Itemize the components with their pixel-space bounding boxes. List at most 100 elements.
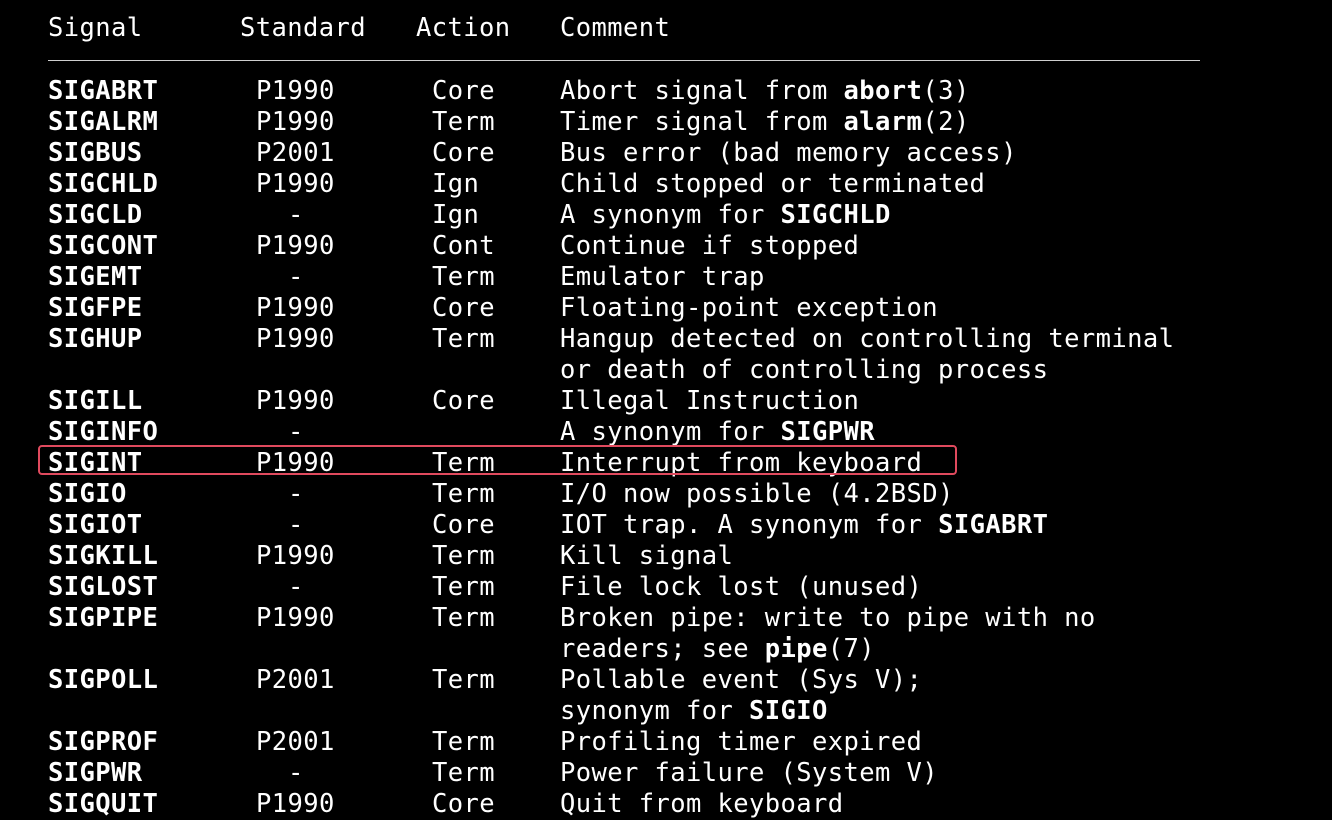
comment-line: Floating-point exception <box>560 293 938 324</box>
signal-name: SIGHUP <box>48 324 143 354</box>
signal-standard: P1990 <box>256 324 335 354</box>
header-standard: Standard <box>240 13 367 43</box>
signal-standard: P2001 <box>256 727 335 757</box>
comment-text: A synonym for <box>560 417 781 447</box>
comment-line: Quit from keyboard <box>560 789 844 820</box>
comment-text: IOT trap. A synonym for <box>560 510 939 540</box>
comment-text: (7) <box>827 634 876 664</box>
signal-standard: - <box>288 417 304 447</box>
comment-line: A synonym for SIGCHLD <box>560 200 891 231</box>
comment-text: or death of controlling process <box>560 355 1049 385</box>
comment-text: readers; see <box>560 634 765 664</box>
table-row: SIGBUS P2001 Core Bus error (bad memory acc… <box>0 138 1332 169</box>
signal-comment: Illegal Instruction <box>560 386 859 417</box>
signal-comment: Profiling timer expired <box>560 727 922 758</box>
signal-standard: P1990 <box>256 386 335 416</box>
comment-line: Power failure (System V) <box>560 758 938 789</box>
signal-standard: P2001 <box>256 138 335 168</box>
table-row: SIGHUP P1990 Term Hangup detected on contro… <box>0 324 1332 386</box>
signal-name: SIGINFO <box>48 417 159 447</box>
signal-comment: Continue if stopped <box>560 231 859 262</box>
signal-comment: A synonym for SIGPWR <box>560 417 875 448</box>
signal-action: Term <box>432 324 496 354</box>
highlight-box <box>38 445 957 475</box>
signal-action: Term <box>432 572 496 602</box>
signal-action: Term <box>432 262 496 292</box>
signal-standard: P1990 <box>256 293 335 323</box>
comment-text: Broken pipe: write to pipe with no <box>560 603 1096 633</box>
header-comment: Comment <box>560 13 671 43</box>
table-row: SIGCHLD P1990 Ign Child stopped or terminat… <box>0 169 1332 200</box>
signal-action: Ign <box>432 200 480 230</box>
signal-name: SIGLOST <box>48 572 159 602</box>
signal-action: Term <box>432 541 496 571</box>
signal-standard: P2001 <box>256 665 335 695</box>
signal-name: SIGABRT <box>48 76 159 106</box>
comment-text: Pollable event (Sys V); <box>560 665 923 695</box>
signal-action: Ign <box>432 169 480 199</box>
table-row: SIGLOST - Term File lock lost (unused) <box>0 572 1332 603</box>
table-row: SIGQUIT P1990 Core Quit from keyboard <box>0 789 1332 820</box>
terminal-window: Signal Standard Action Comment SIGABRT P1… <box>0 0 1332 819</box>
signal-action: Term <box>432 107 496 137</box>
comment-text: Power failure (System V) <box>560 758 939 788</box>
signal-comment: Bus error (bad memory access) <box>560 138 1017 169</box>
comment-line: synonym for SIGIO <box>560 696 922 727</box>
comment-text: Profiling timer expired <box>560 727 923 757</box>
comment-text: (2) <box>922 107 970 137</box>
signal-name: SIGKILL <box>48 541 159 571</box>
comment-text: Continue if stopped <box>560 231 860 261</box>
signal-comment: File lock lost (unused) <box>560 572 922 603</box>
signal-action: Core <box>432 386 496 416</box>
signal-name: SIGALRM <box>48 107 159 137</box>
signal-comment: Power failure (System V) <box>560 758 938 789</box>
comment-text: Timer signal from <box>560 107 844 137</box>
table-row: SIGKILL P1990 Term Kill signal <box>0 541 1332 572</box>
signal-comment: A synonym for SIGCHLD <box>560 200 891 231</box>
signal-name: SIGFPE <box>48 293 143 323</box>
header-signal: Signal <box>48 13 143 43</box>
comment-line: IOT trap. A synonym for SIGABRT <box>560 510 1048 541</box>
table-row: SIGILL P1990 Core Illegal Instruction <box>0 386 1332 417</box>
table-row: SIGPROF P2001 Term Profiling timer expired <box>0 727 1332 758</box>
comment-line: Timer signal from alarm(2) <box>560 107 970 138</box>
comment-line: readers; see pipe(7) <box>560 634 1096 665</box>
table-row: SIGCONT P1990 Cont Continue if stopped <box>0 231 1332 262</box>
comment-emphasis: SIGPWR <box>780 417 876 447</box>
comment-text: Kill signal <box>560 541 734 571</box>
signal-standard: P1990 <box>256 789 335 819</box>
table-row: SIGPIPE P1990 Term Broken pipe: write to pi… <box>0 603 1332 665</box>
comment-emphasis: SIGIO <box>749 696 828 726</box>
signal-comment: Floating-point exception <box>560 293 938 324</box>
signal-name: SIGPIPE <box>48 603 159 633</box>
signal-standard: - <box>288 572 304 602</box>
signal-name: SIGPOLL <box>48 665 159 695</box>
table-row: SIGPOLL P2001 Term Pollable event (Sys V); s… <box>0 665 1332 727</box>
signal-standard: P1990 <box>256 169 335 199</box>
signal-name: SIGCLD <box>48 200 143 230</box>
signal-action: Term <box>432 603 496 633</box>
signal-name: SIGCONT <box>48 231 159 261</box>
signal-name: SIGPROF <box>48 727 159 757</box>
comment-text: A synonym for <box>560 200 781 230</box>
signal-action: Term <box>432 479 496 509</box>
signal-comment: Broken pipe: write to pipe with no reader… <box>560 603 1096 665</box>
signal-standard: P1990 <box>256 107 335 137</box>
comment-line: Profiling timer expired <box>560 727 922 758</box>
comment-emphasis: abort <box>843 76 923 106</box>
signal-action: Term <box>432 758 496 788</box>
comment-line: or death of controlling process <box>560 355 1174 386</box>
signal-comment: Kill signal <box>560 541 733 572</box>
signal-standard: - <box>288 510 304 540</box>
table-row: SIGEMT - Term Emulator trap <box>0 262 1332 293</box>
comment-line: A synonym for SIGPWR <box>560 417 875 448</box>
comment-text: I/O now possible (4.2BSD) <box>560 479 954 509</box>
signal-name: SIGEMT <box>48 262 143 292</box>
signal-comment: Timer signal from alarm(2) <box>560 107 970 138</box>
comment-text: Bus error (bad memory access) <box>560 138 1017 168</box>
table-row: SIGFPE P1990 Core Floating-point exception <box>0 293 1332 324</box>
comment-text: Abort signal from <box>560 76 844 106</box>
signal-comment: Quit from keyboard <box>560 789 844 820</box>
signal-comment: Emulator trap <box>560 262 765 293</box>
signal-action: Core <box>432 293 496 323</box>
